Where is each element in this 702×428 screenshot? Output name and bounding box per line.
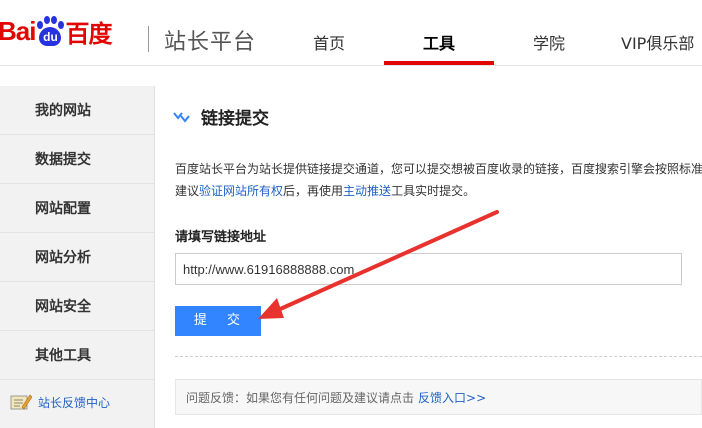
logo-latin-text: Bai bbox=[0, 15, 36, 46]
baidu-logo[interactable]: Bai du 百度 bbox=[0, 14, 112, 48]
logo-paw-text: du bbox=[39, 27, 62, 46]
nav-home[interactable]: 首页 bbox=[313, 30, 345, 54]
description-suffix: 工具实时提交。 bbox=[391, 184, 476, 198]
sidebar-item-my-sites[interactable]: 我的网站 bbox=[0, 86, 154, 135]
sidebar: 我的网站 数据提交 网站配置 网站分析 网站安全 其他工具 站长反馈中心 bbox=[0, 86, 155, 428]
sidebar-feedback-link[interactable]: 站长反馈中心 bbox=[0, 382, 155, 422]
description-line-2: 建议验证网站所有权后，再使用主动推送工具实时提交。 bbox=[175, 180, 702, 202]
nav-active-indicator bbox=[384, 61, 494, 65]
nav-vip-club[interactable]: VIP俱乐部 bbox=[621, 30, 694, 54]
url-input[interactable] bbox=[175, 253, 682, 285]
description-middle: 后，再使用 bbox=[283, 184, 344, 198]
sidebar-item-site-security[interactable]: 网站安全 bbox=[0, 282, 154, 331]
verify-ownership-link[interactable]: 验证网站所有权 bbox=[199, 184, 283, 198]
feedback-bar: 问题反馈：如果您有任何问题及建议请点击 反馈入口>> bbox=[175, 379, 702, 415]
section-divider bbox=[175, 356, 702, 357]
feedback-note-icon bbox=[10, 393, 33, 411]
section-header: 链接提交 bbox=[173, 104, 269, 129]
feedback-text: 问题反馈：如果您有任何问题及建议请点击 bbox=[186, 390, 415, 405]
paw-icon: du bbox=[36, 16, 65, 46]
sidebar-feedback-label: 站长反馈中心 bbox=[38, 395, 111, 410]
site-title[interactable]: 站长平台 bbox=[164, 24, 256, 56]
sidebar-item-site-config[interactable]: 网站配置 bbox=[0, 184, 154, 233]
sidebar-item-data-submit[interactable]: 数据提交 bbox=[0, 135, 154, 184]
logo-chinese-text: 百度 bbox=[65, 19, 112, 48]
sidebar-item-other-tools[interactable]: 其他工具 bbox=[0, 331, 154, 380]
page-title: 链接提交 bbox=[201, 109, 269, 129]
description: 百度站长平台为站长提供链接提交通道，您可以提交想被百度收录的链接，百度搜索引擎会… bbox=[175, 158, 702, 202]
sidebar-item-site-analysis[interactable]: 网站分析 bbox=[0, 233, 154, 282]
nav-academy[interactable]: 学院 bbox=[533, 30, 565, 54]
logo-divider bbox=[148, 26, 149, 52]
feedback-entry-link[interactable]: 反馈入口>> bbox=[418, 389, 486, 406]
double-chevron-icon bbox=[173, 111, 190, 123]
description-line-1: 百度站长平台为站长提供链接提交通道，您可以提交想被百度收录的链接，百度搜索引擎会… bbox=[175, 162, 702, 176]
main-content: 链接提交 百度站长平台为站长提供链接提交通道，您可以提交想被百度收录的链接，百度… bbox=[155, 86, 702, 428]
description-prefix: 建议 bbox=[175, 184, 200, 198]
nav-tools[interactable]: 工具 bbox=[423, 30, 455, 54]
top-header: Bai du 百度 站长平台 首页 工具 学院 VIP俱乐部 bbox=[0, 0, 702, 66]
url-field-label: 请填写链接地址 bbox=[175, 230, 267, 245]
submit-button[interactable]: 提 交 bbox=[175, 306, 261, 336]
active-push-link[interactable]: 主动推送 bbox=[343, 184, 391, 198]
